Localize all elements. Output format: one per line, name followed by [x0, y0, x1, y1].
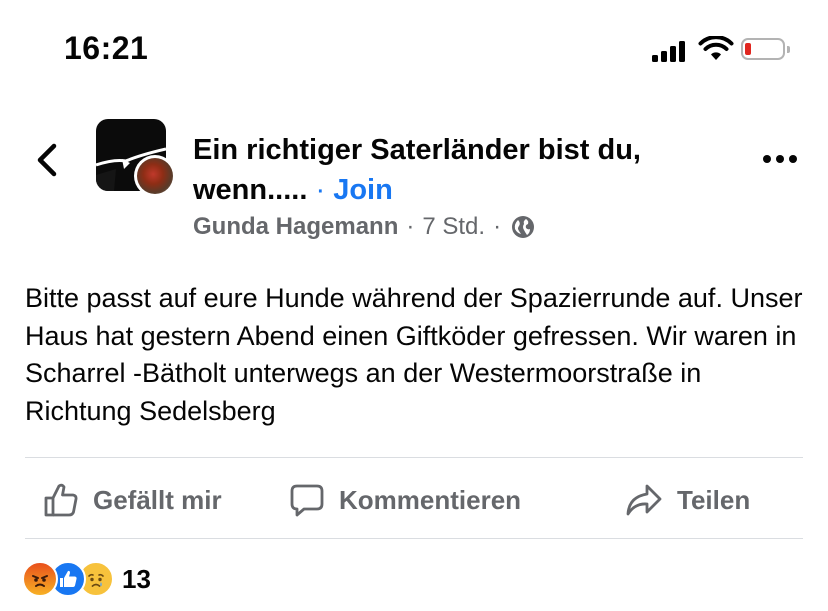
post-text: Bitte passt auf eure Hunde während der S…	[25, 283, 803, 426]
thumbs-up-icon	[44, 483, 78, 517]
like-label: Gefällt mir	[93, 484, 222, 515]
share-button[interactable]: Teilen	[625, 470, 750, 530]
comment-label: Kommentieren	[339, 484, 522, 515]
comment-button[interactable]: Kommentieren	[289, 470, 521, 530]
reaction-count: 13	[122, 563, 151, 594]
title-separator: ·	[315, 174, 326, 206]
author-avatar[interactable]	[134, 155, 176, 197]
back-chevron-icon[interactable]	[32, 140, 62, 180]
meta-separator: ·	[493, 213, 502, 240]
angry-reaction-icon	[22, 561, 58, 597]
avatar-group[interactable]	[96, 119, 176, 199]
like-button[interactable]: Gefällt mir	[43, 470, 222, 530]
divider-bottom	[25, 538, 803, 539]
post-meta: Gunda Hagemann · 7 Std. ·	[193, 212, 535, 242]
post-timestamp[interactable]: 7 Std.	[422, 212, 485, 242]
cellular-signal-icon	[652, 40, 690, 62]
author-name-link[interactable]: Gunda Hagemann	[193, 212, 398, 242]
globe-public-icon	[512, 216, 535, 238]
group-name-link[interactable]: Ein richtiger Saterländer bist du, wenn.…	[193, 134, 641, 206]
reaction-summary[interactable]: 13	[22, 561, 151, 597]
join-group-link[interactable]: Join	[333, 174, 393, 206]
status-time: 16:21	[64, 30, 149, 66]
comment-bubble-icon	[290, 484, 324, 517]
share-label: Teilen	[677, 484, 751, 515]
meta-separator: ·	[406, 213, 415, 240]
share-arrow-icon	[626, 484, 662, 516]
wifi-icon	[698, 36, 734, 60]
divider-top	[25, 457, 803, 458]
action-bar: Gefällt mir Kommentieren Teilen	[25, 470, 803, 530]
group-title: Ein richtiger Saterländer bist du, wenn.…	[193, 130, 713, 210]
status-bar: 16:21	[0, 0, 828, 100]
more-options-icon[interactable]	[762, 152, 798, 166]
battery-icon	[741, 38, 791, 62]
